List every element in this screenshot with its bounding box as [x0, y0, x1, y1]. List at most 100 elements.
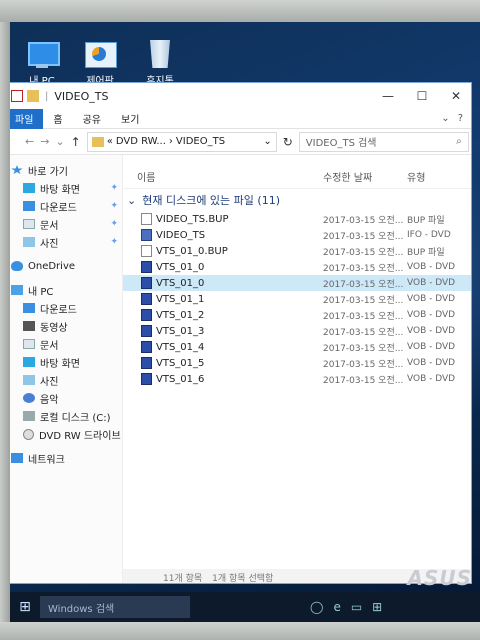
tab-share[interactable]: 공유: [73, 111, 111, 126]
sidebar-item-pc-music[interactable]: 음악: [10, 389, 122, 407]
computer-icon: [11, 285, 23, 295]
file-date: 2017-03-15 오전...: [323, 279, 404, 290]
minimize-button[interactable]: —: [373, 83, 403, 109]
pictures-icon: [23, 237, 35, 247]
desktop-icon-this-pc[interactable]: 내 PC: [12, 38, 72, 87]
file-row[interactable]: VIDEO_TS.BUP 2017-03-15 오전... BUP 파일: [123, 211, 471, 227]
store-icon[interactable]: ⊞: [372, 600, 382, 614]
download-icon: [23, 303, 35, 313]
file-type: IFO - DVD: [407, 230, 451, 240]
file-date: 2017-03-15 오전...: [323, 343, 404, 354]
desktop-icon-recycle-bin[interactable]: 휴지통: [130, 38, 190, 87]
file-row[interactable]: VTS_01_2 2017-03-15 오전... VOB - DVD: [123, 307, 471, 323]
file-explorer-taskbar-icon[interactable]: ▭: [351, 600, 362, 614]
help-icon[interactable]: ?: [458, 113, 463, 124]
back-icon[interactable]: ←: [25, 135, 34, 148]
sidebar-item-label: 동영상: [40, 322, 68, 334]
refresh-icon[interactable]: ↻: [283, 135, 293, 149]
sidebar-item-quick-access[interactable]: 바로 가기: [10, 161, 122, 179]
file-name-cell: VTS_01_1: [123, 293, 323, 305]
folder-icon: [91, 136, 104, 147]
column-header-date[interactable]: 수정한 날짜: [323, 169, 407, 184]
file-date: 2017-03-15 오전...: [323, 231, 404, 242]
title-separator: |: [45, 90, 49, 102]
close-button[interactable]: ✕: [441, 83, 471, 109]
file-row[interactable]: VTS_01_3 2017-03-15 오전... VOB - DVD: [123, 323, 471, 339]
sidebar-item-label: 내 PC: [28, 286, 54, 298]
sidebar-item-desktop[interactable]: 바탕 화면 ✦: [10, 179, 122, 197]
sidebar-item-network[interactable]: 네트워크: [10, 449, 122, 467]
sidebar-item-pc-desktop[interactable]: 바탕 화면: [10, 353, 122, 371]
sidebar-item-pc-pictures[interactable]: 사진: [10, 371, 122, 389]
status-item-count: 11개 항목: [163, 573, 203, 584]
breadcrumb-item-folder[interactable]: VIDEO_TS: [176, 136, 225, 147]
vob-file-icon: [141, 261, 152, 273]
file-row[interactable]: VTS_01_4 2017-03-15 오전... VOB - DVD: [123, 339, 471, 355]
up-icon[interactable]: ↑: [71, 135, 81, 149]
file-name-cell: VTS_01_0: [123, 261, 323, 273]
pin-icon[interactable]: ✦: [110, 219, 118, 229]
file-type: VOB - DVD: [407, 358, 456, 368]
file-row[interactable]: VTS_01_1 2017-03-15 오전... VOB - DVD: [123, 291, 471, 307]
sidebar-item-label: 다운로드: [40, 202, 77, 214]
tab-home[interactable]: 홈: [43, 111, 72, 126]
file-row[interactable]: VTS_01_5 2017-03-15 오전... VOB - DVD: [123, 355, 471, 371]
recent-locations-icon[interactable]: ⌄: [55, 135, 64, 148]
star-icon: [11, 165, 23, 175]
sidebar-item-local-disk[interactable]: 로컬 디스크 (C:): [10, 407, 122, 425]
breadcrumb-overflow[interactable]: «: [107, 136, 113, 147]
file-name-cell: VTS_01_0: [123, 277, 323, 289]
sidebar-item-pc-downloads[interactable]: 다운로드: [10, 299, 122, 317]
title-bar[interactable]: | VIDEO_TS — ☐ ✕: [10, 83, 471, 109]
windows-start-icon[interactable]: ⊞: [10, 592, 40, 622]
sidebar-item-label: 문서: [40, 340, 59, 352]
group-header[interactable]: ⌄ 현재 디스크에 있는 파일 (11): [123, 189, 471, 211]
sidebar-item-onedrive[interactable]: OneDrive: [10, 257, 122, 275]
maximize-button[interactable]: ☐: [407, 83, 437, 109]
breadcrumb-item-drive[interactable]: DVD RW...: [116, 136, 166, 147]
file-date: 2017-03-15 오전...: [323, 247, 404, 258]
file-row[interactable]: VTS_01_0 2017-03-15 오전... VOB - DVD: [123, 259, 471, 275]
tab-view[interactable]: 보기: [111, 111, 149, 126]
sidebar-item-pc-documents[interactable]: 문서: [10, 335, 122, 353]
search-input[interactable]: VIDEO_TS 검색 ⌕: [298, 131, 469, 152]
file-type: BUP 파일: [407, 247, 445, 258]
properties-icon[interactable]: [11, 90, 23, 102]
pin-icon[interactable]: ✦: [110, 237, 118, 247]
expand-ribbon-icon[interactable]: ⌄: [441, 113, 449, 124]
file-name-cell: VTS_01_4: [123, 341, 323, 353]
file-row[interactable]: VTS_01_0.BUP 2017-03-15 오전... BUP 파일: [123, 243, 471, 259]
sidebar-item-dvd-drive[interactable]: DVD RW 드라이브: [10, 425, 122, 443]
edge-browser-icon[interactable]: e: [333, 600, 340, 614]
breadcrumb[interactable]: « DVD RW... › VIDEO_TS ⌄: [86, 131, 277, 152]
pin-icon[interactable]: ✦: [110, 201, 118, 211]
address-dropdown-icon[interactable]: ⌄: [263, 136, 271, 147]
sidebar-item-this-pc[interactable]: 내 PC: [10, 281, 122, 299]
sidebar-item-downloads[interactable]: 다운로드 ✦: [10, 197, 122, 215]
sidebar-item-pc-videos[interactable]: 동영상: [10, 317, 122, 335]
file-name: VTS_01_0: [156, 261, 205, 273]
pin-icon[interactable]: ✦: [110, 183, 118, 193]
vob-file-icon: [141, 277, 152, 289]
recycle-bin-icon: [142, 38, 178, 70]
sidebar-item-documents[interactable]: 문서 ✦: [10, 215, 122, 233]
file-row[interactable]: VTS_01_6 2017-03-15 오전... VOB - DVD: [123, 371, 471, 387]
taskbar-search-input[interactable]: Windows 검색: [40, 596, 190, 618]
chevron-down-icon[interactable]: ⌄: [127, 194, 136, 207]
file-name: VTS_01_6: [156, 373, 205, 385]
vob-file-icon: [141, 325, 152, 337]
vob-file-icon: [141, 309, 152, 321]
file-name: VTS_01_5: [156, 357, 205, 369]
tab-file[interactable]: 파일: [10, 108, 44, 129]
forward-icon[interactable]: →: [40, 135, 49, 148]
sidebar-item-label: 네트워크: [28, 454, 65, 466]
desktop-icon-control-panel[interactable]: 제어판: [70, 38, 130, 87]
column-header-type[interactable]: 유형: [407, 169, 467, 184]
file-row[interactable]: VTS_01_0 2017-03-15 오전... VOB - DVD: [123, 275, 471, 291]
new-folder-icon[interactable]: [27, 90, 39, 102]
task-view-icon[interactable]: ◯: [310, 600, 323, 614]
sidebar-item-pictures[interactable]: 사진 ✦: [10, 233, 122, 251]
column-header-name[interactable]: 이름: [123, 169, 323, 184]
file-type: VOB - DVD: [407, 326, 456, 336]
file-row[interactable]: VIDEO_TS 2017-03-15 오전... IFO - DVD: [123, 227, 471, 243]
